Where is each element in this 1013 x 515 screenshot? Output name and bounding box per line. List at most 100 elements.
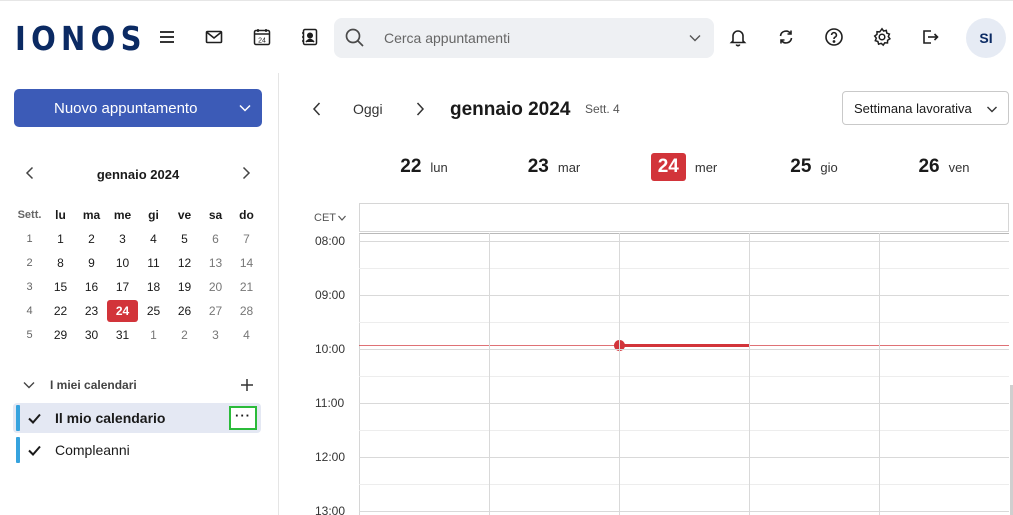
more-options-button[interactable]: ··· (229, 406, 257, 430)
chevron-down-icon[interactable] (688, 31, 702, 45)
day-number: 24 (650, 153, 686, 181)
week-number[interactable]: 3 (14, 276, 45, 298)
mini-calendar-day[interactable]: 18 (138, 276, 169, 298)
mini-calendar-day[interactable]: 4 (231, 324, 262, 346)
mini-calendar-day[interactable]: 17 (107, 276, 138, 298)
next-week-icon[interactable] (412, 101, 428, 117)
hour-label: 13:00 (315, 504, 346, 515)
mini-calendar-day[interactable]: 23 (76, 300, 107, 322)
mini-calendar-day[interactable]: 1 (45, 228, 76, 250)
mini-calendar-day[interactable]: 29 (45, 324, 76, 346)
mini-calendar-day[interactable]: 3 (200, 324, 231, 346)
next-month-icon[interactable] (238, 165, 254, 181)
menu-icon[interactable] (155, 25, 179, 49)
mini-calendar-day[interactable]: 10 (107, 252, 138, 274)
mini-calendar-day[interactable]: 1 (138, 324, 169, 346)
mini-calendar-day[interactable]: 13 (200, 252, 231, 274)
mini-calendar-day[interactable]: 2 (76, 228, 107, 250)
mini-calendar-day[interactable]: 2 (169, 324, 200, 346)
calendar-icon[interactable]: 24 (250, 25, 274, 49)
search-bar[interactable] (334, 18, 714, 58)
contacts-icon[interactable] (298, 25, 322, 49)
previous-month-icon[interactable] (22, 165, 38, 181)
mini-calendar-day[interactable]: 28 (231, 300, 262, 322)
day-number: 22 (400, 156, 422, 177)
mini-calendar-day[interactable]: 12 (169, 252, 200, 274)
timezone-selector[interactable]: CET (314, 212, 347, 224)
day-column-divider (749, 233, 750, 515)
day-number: 26 (918, 156, 940, 177)
checkmark-icon[interactable] (27, 443, 42, 458)
checkmark-icon[interactable] (27, 411, 42, 426)
search-input[interactable] (384, 30, 674, 46)
day-column-divider (489, 233, 490, 515)
calendar-item-birthdays[interactable]: Compleanni (13, 435, 261, 465)
mini-calendar-day[interactable]: 22 (45, 300, 76, 322)
chevron-down-icon[interactable] (22, 378, 36, 392)
mini-calendar-day[interactable]: 3 (107, 228, 138, 250)
view-selector[interactable]: Settimana lavorativa (842, 91, 1009, 125)
week-number[interactable]: 2 (14, 252, 45, 274)
previous-week-icon[interactable] (309, 101, 325, 117)
mini-calendar-day[interactable]: 25 (138, 300, 169, 322)
weekday-header: me (113, 208, 132, 222)
calendar-item-my-calendar[interactable]: Il mio calendario ··· (13, 403, 261, 433)
mini-calendar-day[interactable]: 7 (231, 228, 262, 250)
mini-calendar-day[interactable]: 6 (200, 228, 231, 250)
mini-calendar-day[interactable]: 11 (138, 252, 169, 274)
week-number[interactable]: 1 (14, 228, 45, 250)
mini-calendar-day[interactable]: 5 (169, 228, 200, 250)
day-header[interactable]: 26 ven (879, 151, 1009, 183)
mini-calendar-day[interactable]: 16 (76, 276, 107, 298)
mini-calendar-today[interactable]: 24 (107, 300, 138, 322)
mini-calendar-day[interactable]: 9 (76, 252, 107, 274)
mail-icon[interactable] (202, 25, 226, 49)
week-number[interactable]: 5 (14, 324, 45, 346)
time-grid[interactable] (359, 233, 1009, 515)
mini-calendar-day[interactable]: 30 (76, 324, 107, 346)
mini-calendar-week: 2 8 9 10 11 12 13 14 (14, 251, 264, 275)
chevron-down-icon (338, 215, 346, 221)
my-calendars-section[interactable]: I miei calendari (22, 375, 258, 395)
gear-icon[interactable] (870, 25, 894, 49)
mini-calendar-day[interactable]: 27 (200, 300, 231, 322)
mini-calendar-day[interactable]: 14 (231, 252, 262, 274)
week-number[interactable]: 4 (14, 300, 45, 322)
mini-calendar-day[interactable]: 21 (231, 276, 262, 298)
today-button[interactable]: Oggi (353, 101, 383, 117)
new-appointment-button[interactable]: Nuovo appuntamento (14, 89, 262, 127)
mini-calendar-day[interactable]: 15 (45, 276, 76, 298)
mini-calendar-day[interactable]: 19 (169, 276, 200, 298)
mini-calendar-header: Sett. lu ma me gi ve sa do (14, 203, 264, 227)
day-name: gio (820, 159, 838, 175)
hour-line (359, 457, 1009, 458)
avatar[interactable]: SI (966, 18, 1006, 58)
bell-icon[interactable] (726, 25, 750, 49)
mini-calendar-day[interactable]: 26 (169, 300, 200, 322)
day-column-divider (619, 233, 620, 515)
all-day-row[interactable] (359, 203, 1009, 232)
day-header[interactable]: 25 gio (749, 151, 879, 183)
mini-calendar-day[interactable]: 20 (200, 276, 231, 298)
half-hour-line (359, 484, 1009, 485)
logout-icon[interactable] (918, 25, 942, 49)
add-calendar-icon[interactable] (238, 376, 256, 394)
timezone-label: CET (314, 212, 336, 224)
sync-icon[interactable] (774, 25, 798, 49)
hour-label: 09:00 (315, 288, 346, 302)
mini-calendar-day[interactable]: 31 (107, 324, 138, 346)
day-header[interactable]: 24 mer (619, 151, 749, 183)
ionos-logo[interactable]: IONOS (15, 19, 147, 58)
half-hour-line (359, 322, 1009, 323)
chevron-down-icon (987, 106, 997, 113)
chevron-down-icon[interactable] (238, 101, 252, 115)
mini-calendar-day[interactable]: 4 (138, 228, 169, 250)
day-header[interactable]: 22 lun (359, 151, 489, 183)
month-title: gennaio 2024 (450, 99, 571, 120)
mini-calendar-day[interactable]: 8 (45, 252, 76, 274)
day-column-divider (879, 233, 880, 515)
hour-label: 10:00 (315, 342, 346, 356)
help-icon[interactable] (822, 25, 846, 49)
mini-calendar-week: 5 29 30 31 1 2 3 4 (14, 323, 264, 347)
day-header[interactable]: 23 mar (489, 151, 619, 183)
